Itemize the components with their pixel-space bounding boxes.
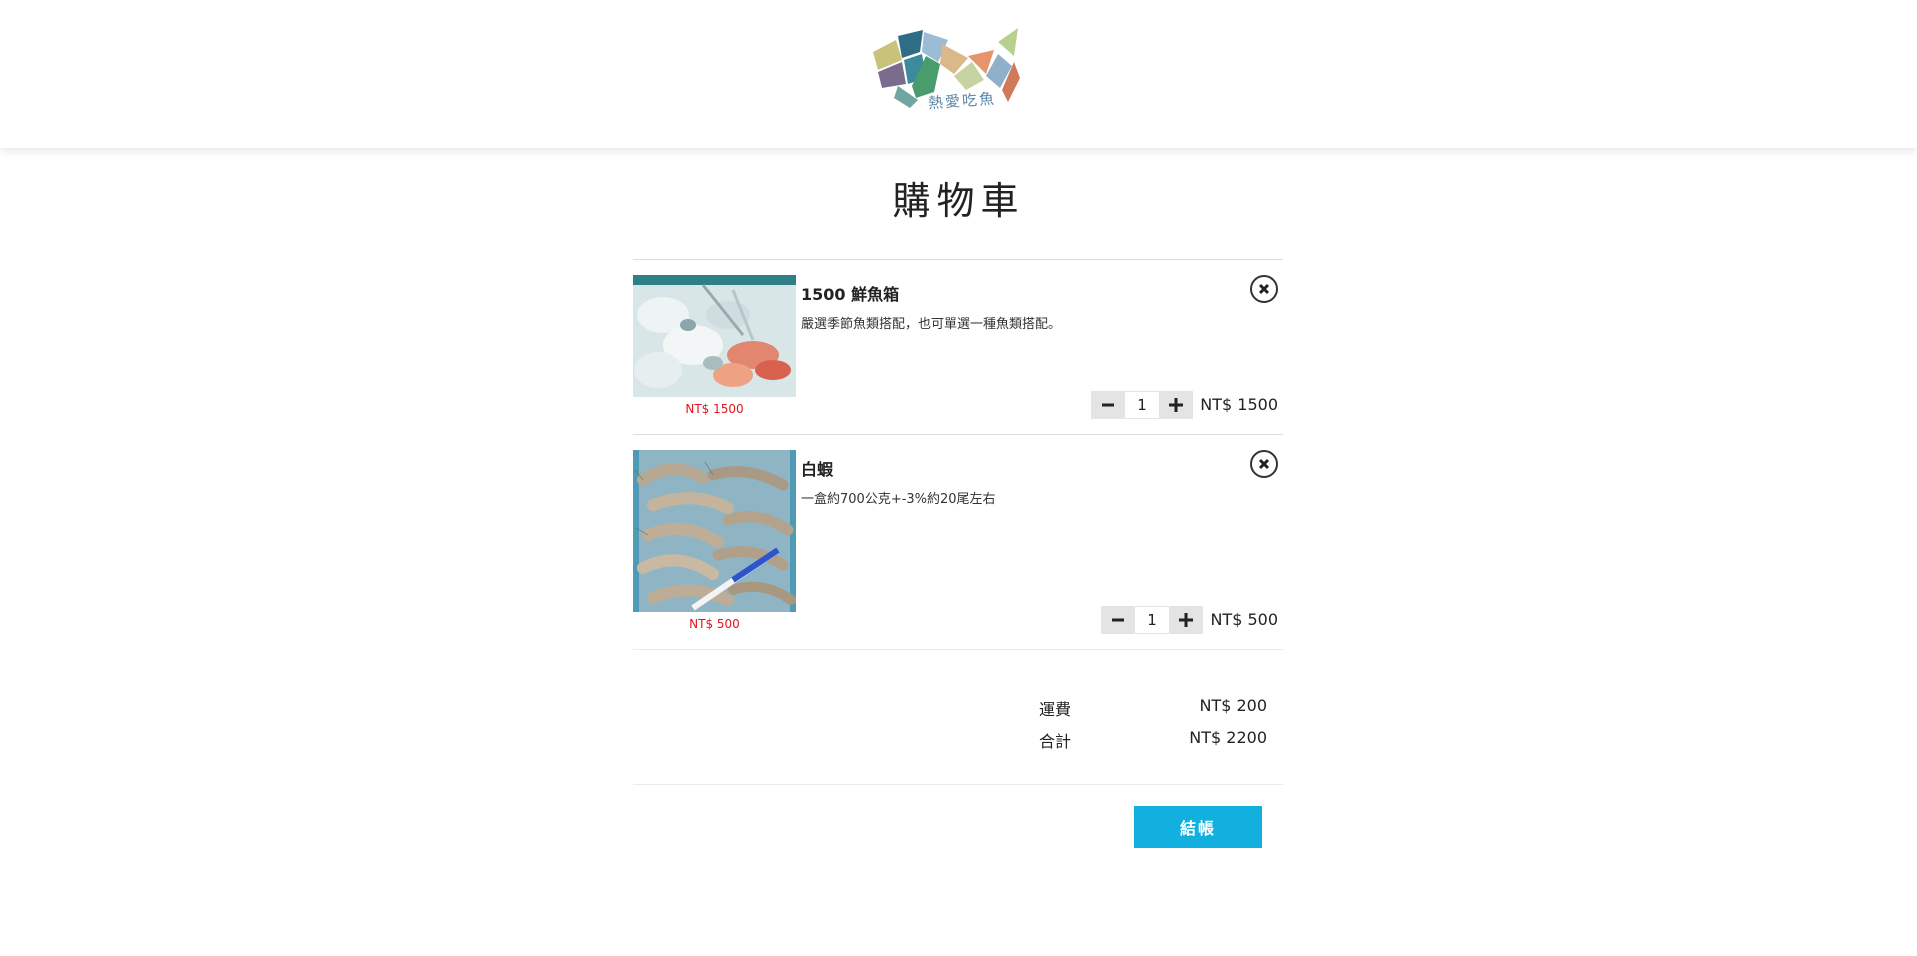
page-title: 購物車 [892, 179, 1025, 223]
remove-item-button[interactable] [1250, 450, 1278, 478]
divider [633, 259, 1283, 260]
fish-box-photo [633, 275, 796, 397]
increase-quantity-button[interactable] [1169, 606, 1203, 634]
shipping-value: NT$ 200 [1199, 696, 1267, 715]
shrimp-photo [633, 450, 796, 612]
total-value: NT$ 2200 [1189, 728, 1267, 747]
divider [633, 649, 1283, 650]
thumb-price: NT$ 500 [689, 617, 740, 631]
divider [633, 784, 1283, 785]
item-name[interactable]: 1500 鮮魚箱 [801, 281, 899, 305]
item-description: 嚴選季節魚類搭配，也可單選一種魚類搭配。 [801, 317, 1062, 332]
quantity-stepper: 1 [1101, 606, 1203, 634]
remove-item-button[interactable] [1250, 275, 1278, 303]
line-price: NT$ 1500 [1200, 395, 1278, 414]
line-price: NT$ 500 [1210, 610, 1278, 629]
item-description: 一盒約700公克+-3%約20尾左右 [801, 492, 996, 507]
minus-icon [1102, 403, 1114, 407]
quantity-input[interactable]: 1 [1135, 606, 1169, 634]
plus-icon [1179, 613, 1193, 627]
cart-item: NT$ 500 白蝦 一盒約700公克+-3%約20尾左右 1 NT$ 500 [633, 450, 1283, 650]
decrease-quantity-button[interactable] [1101, 606, 1135, 634]
plus-icon [1169, 398, 1183, 412]
divider [633, 434, 1283, 435]
quantity-input[interactable]: 1 [1125, 391, 1159, 419]
total-label: 合計 [1039, 732, 1072, 751]
shipping-label: 運費 [1039, 700, 1072, 719]
decrease-quantity-button[interactable] [1091, 391, 1125, 419]
increase-quantity-button[interactable] [1159, 391, 1193, 419]
checkout-button[interactable]: 結帳 [1134, 806, 1262, 848]
item-name[interactable]: 白蝦 [801, 456, 833, 480]
thumb-price: NT$ 1500 [685, 402, 744, 416]
cart-item: NT$ 1500 1500 鮮魚箱 嚴選季節魚類搭配，也可單選一種魚類搭配。 1… [633, 275, 1283, 435]
close-icon [1258, 283, 1270, 295]
site-header: 熱愛吃魚 [0, 0, 1917, 148]
close-icon [1258, 458, 1270, 470]
minus-icon [1112, 618, 1124, 622]
quantity-stepper: 1 [1091, 391, 1193, 419]
